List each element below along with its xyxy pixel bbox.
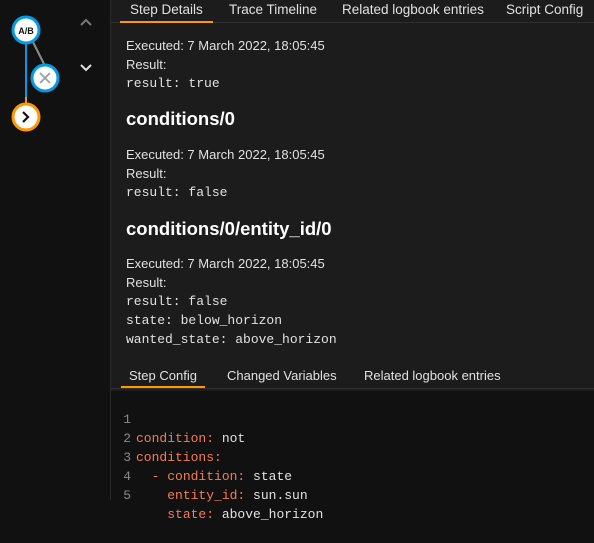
tab-trace-timeline[interactable]: Trace Timeline [229, 0, 317, 21]
state-value: state: below_horizon [126, 313, 283, 328]
config-tabbar: Step Config Changed Variables Related lo… [111, 366, 594, 389]
code-line: 2 conditions: [111, 410, 222, 465]
yaml-value: state [245, 469, 293, 484]
condition-failed-node[interactable] [30, 63, 60, 93]
trace-graph: A/B [11, 15, 60, 132]
step-result-section: Executed: 7 March 2022, 18:05:45 Result:… [126, 254, 337, 349]
action-node[interactable] [11, 102, 41, 132]
tab-config-related-logbook-entries[interactable]: Related logbook entries [364, 366, 501, 386]
result-value: result: false [126, 185, 228, 200]
result-value: result: false [126, 294, 228, 309]
code-line: 1 condition: not [111, 391, 245, 446]
wanted-state-value: wanted_state: above_horizon [126, 332, 337, 347]
step-result-section: Executed: 7 March 2022, 18:05:45 Result:… [126, 36, 325, 93]
details-tabbar: Step Details Trace Timeline Related logb… [111, 0, 594, 23]
section-heading: conditions/0 [126, 108, 235, 129]
code-line: 5 state: above_horizon [111, 467, 323, 522]
result-label: Result: [126, 166, 167, 181]
result-label: Result: [126, 57, 167, 72]
trace-graph-pane: A/B [0, 0, 110, 500]
tab-step-details[interactable]: Step Details [120, 0, 213, 23]
yaml-value: not [214, 431, 246, 446]
executed-timestamp: Executed: 7 March 2022, 18:05:45 [126, 256, 325, 271]
tab-related-logbook-entries[interactable]: Related logbook entries [342, 0, 484, 21]
yaml-key: entity_id: [167, 488, 246, 503]
trace-details-pane: Step Details Trace Timeline Related logb… [111, 0, 594, 522]
section-heading: conditions/0/entity_id/0 [126, 218, 332, 239]
yaml-value: above_horizon [214, 507, 324, 522]
yaml-code-editor[interactable]: 1 condition: not 2 conditions: 3 - condi… [111, 391, 594, 522]
yaml-key: state: [167, 507, 215, 522]
tab-script-config[interactable]: Script Config [506, 0, 583, 21]
yaml-value: sun.sun [245, 488, 308, 503]
ab-condition-node[interactable]: A/B [11, 15, 41, 45]
tab-step-config[interactable]: Step Config [121, 366, 205, 388]
result-label: Result: [126, 275, 167, 290]
code-line: 4 entity_id: sun.sun [111, 448, 307, 503]
tab-changed-variables[interactable]: Changed Variables [227, 366, 337, 386]
line-number: 5 [123, 488, 131, 503]
executed-timestamp: Executed: 7 March 2022, 18:05:45 [126, 38, 325, 53]
executed-timestamp: Executed: 7 March 2022, 18:05:45 [126, 147, 325, 162]
step-result-section: Executed: 7 March 2022, 18:05:45 Result:… [126, 145, 325, 202]
svg-text:A/B: A/B [18, 26, 34, 36]
yaml-key: condition: [167, 469, 246, 484]
ab-condition-icon: A/B [18, 26, 34, 36]
code-line: 3 - condition: state [111, 429, 292, 484]
result-value: result: true [126, 76, 220, 91]
